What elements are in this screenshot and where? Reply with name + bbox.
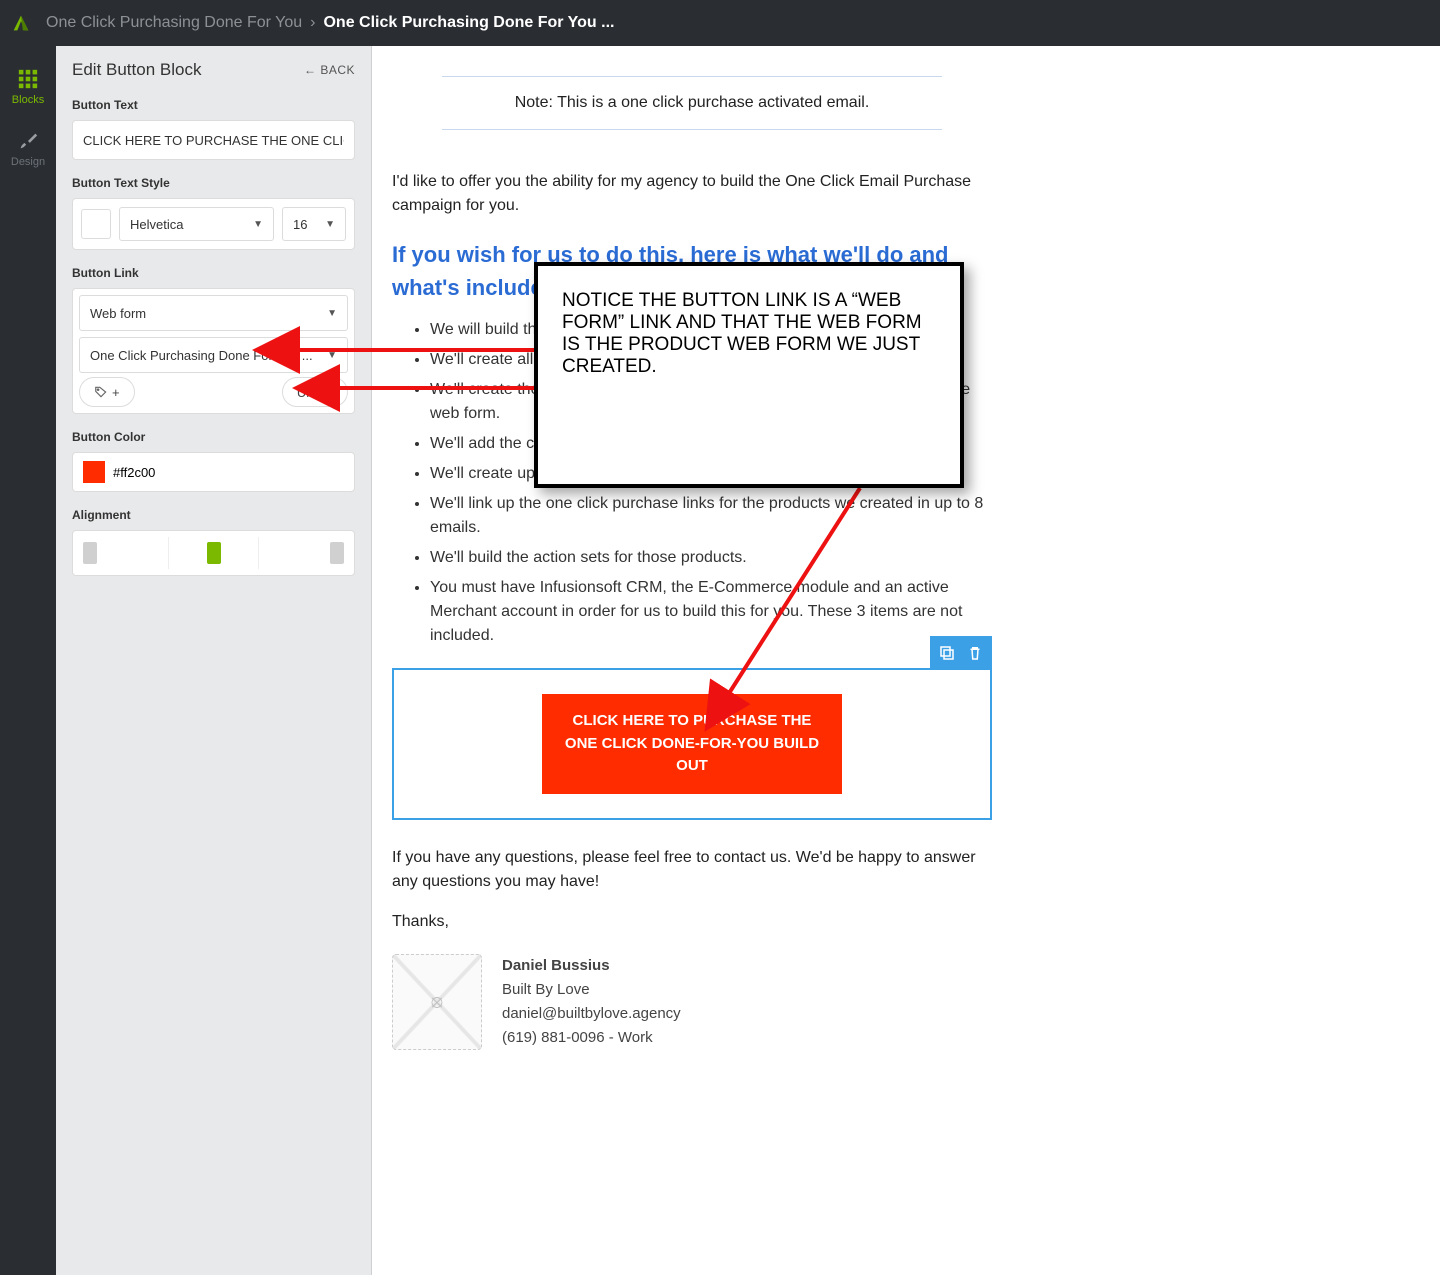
back-button[interactable]: ← BACK <box>304 63 355 77</box>
font-size-select[interactable]: 16 ▼ <box>282 207 346 241</box>
rail-item-blocks[interactable]: Blocks <box>0 56 56 118</box>
label-button-text-style: Button Text Style <box>72 176 355 190</box>
app-logo-icon <box>10 12 32 34</box>
thanks-text: Thanks, <box>392 910 992 934</box>
cta-button[interactable]: CLICK HERE TO PURCHASE THE ONE CLICK DON… <box>542 694 842 794</box>
block-toolbar <box>930 636 992 670</box>
label-alignment: Alignment <box>72 508 355 522</box>
sig-company: Built By Love <box>502 978 681 1002</box>
label-button-color: Button Color <box>72 430 355 444</box>
rail-label-blocks: Blocks <box>12 94 44 106</box>
font-family-select[interactable]: Helvetica ▼ <box>119 207 274 241</box>
chevron-down-icon: ▼ <box>325 219 335 230</box>
link-target-select[interactable]: One Click Purchasing Done For You ... ▼ <box>79 337 348 373</box>
bold-toggle[interactable] <box>81 209 111 239</box>
intro-text: I'd like to offer you the ability for my… <box>392 170 992 218</box>
add-tag-button[interactable]: + <box>79 377 135 407</box>
link-target-value: One Click Purchasing Done For You ... <box>90 348 313 363</box>
button-text-input[interactable] <box>72 120 355 160</box>
rail-item-design[interactable]: Design <box>0 118 56 180</box>
signature: ⦻ Daniel Bussius Built By Love daniel@bu… <box>392 954 992 1050</box>
list-item: We'll link up the one click purchase lin… <box>430 492 992 540</box>
font-size-value: 16 <box>293 217 307 232</box>
brush-icon <box>17 130 39 152</box>
chevron-down-icon: ▼ <box>253 219 263 230</box>
panel-title: Edit Button Block <box>72 60 201 80</box>
chevron-down-icon: ▼ <box>327 350 337 361</box>
signature-photo: ⦻ <box>392 954 482 1050</box>
duplicate-icon[interactable] <box>938 644 956 662</box>
annotation-callout: NOTICE THE BUTTON LINK IS A “WEB FORM” L… <box>534 262 964 488</box>
rail-label-design: Design <box>11 156 45 168</box>
trash-icon[interactable] <box>966 644 984 662</box>
tag-icon <box>94 385 108 399</box>
left-rail: Blocks Design <box>0 46 56 1275</box>
label-button-text: Button Text <box>72 98 355 112</box>
list-item: We'll build the action sets for those pr… <box>430 546 992 570</box>
align-center[interactable] <box>168 537 258 569</box>
outro-text: If you have any questions, please feel f… <box>392 846 992 894</box>
chevron-down-icon: ▼ <box>327 308 337 319</box>
link-type-select[interactable]: Web form ▼ <box>79 295 348 331</box>
sig-phone: (619) 881-0096 - Work <box>502 1026 681 1050</box>
color-swatch[interactable] <box>83 461 105 483</box>
add-tag-plus: + <box>112 385 120 400</box>
edit-panel: Edit Button Block ← BACK Button Text But… <box>56 46 372 1275</box>
unlink-button[interactable]: Unlink <box>282 377 348 407</box>
breadcrumb-current: One Click Purchasing Done For You ... <box>323 14 614 32</box>
align-right[interactable] <box>258 537 348 569</box>
label-button-link: Button Link <box>72 266 355 280</box>
breadcrumb-parent[interactable]: One Click Purchasing Done For You <box>46 14 302 32</box>
align-left[interactable] <box>79 537 168 569</box>
top-bar: One Click Purchasing Done For You › One … <box>0 0 1440 46</box>
note-line: Note: This is a one click purchase activ… <box>442 76 942 130</box>
list-item: You must have Infusionsoft CRM, the E-Co… <box>430 576 992 648</box>
font-family-value: Helvetica <box>130 217 183 232</box>
button-block[interactable]: CLICK HERE TO PURCHASE THE ONE CLICK DON… <box>392 668 992 820</box>
breadcrumb-separator: › <box>310 14 315 32</box>
email-canvas: Note: This is a one click purchase activ… <box>372 46 1440 1275</box>
grid-icon <box>17 68 39 90</box>
sig-name: Daniel Bussius <box>502 954 681 978</box>
sig-email: daniel@builtbylove.agency <box>502 1002 681 1026</box>
color-hex-input[interactable] <box>113 465 344 480</box>
link-type-value: Web form <box>90 306 146 321</box>
